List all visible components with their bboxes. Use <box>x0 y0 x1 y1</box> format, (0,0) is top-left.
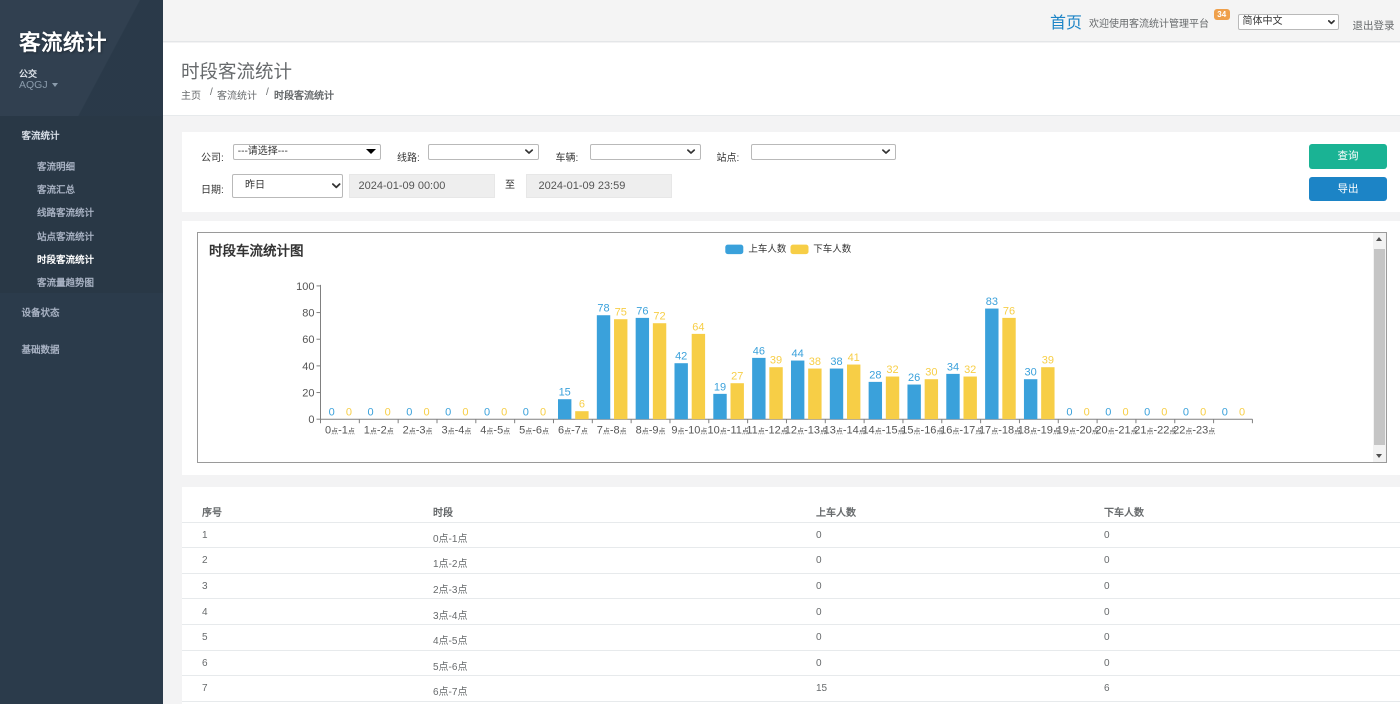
svg-text:76: 76 <box>1003 305 1015 317</box>
svg-text:14点-15点: 14点-15点 <box>862 425 904 437</box>
svg-text:6点-7点: 6点-7点 <box>558 425 588 437</box>
svg-text:38: 38 <box>809 356 821 368</box>
svg-text:0: 0 <box>346 407 352 419</box>
svg-text:30: 30 <box>925 367 937 379</box>
svg-text:21点-22点: 21点-22点 <box>1134 425 1176 437</box>
svg-text:0: 0 <box>424 407 430 419</box>
svg-text:0: 0 <box>367 407 373 419</box>
svg-text:30: 30 <box>1025 367 1037 379</box>
svg-text:22点-23点: 22点-23点 <box>1173 425 1215 437</box>
svg-text:40: 40 <box>302 361 314 373</box>
svg-text:28: 28 <box>869 369 881 381</box>
svg-text:19: 19 <box>714 381 726 393</box>
svg-text:0: 0 <box>1161 407 1167 419</box>
svg-text:32: 32 <box>886 364 898 376</box>
svg-text:0: 0 <box>385 407 391 419</box>
svg-text:0点-1点: 0点-1点 <box>325 425 355 437</box>
svg-text:10点-11点: 10点-11点 <box>708 425 749 437</box>
svg-text:0: 0 <box>1084 407 1090 419</box>
svg-text:0: 0 <box>484 407 490 419</box>
svg-text:80: 80 <box>302 308 314 320</box>
svg-text:38: 38 <box>830 356 842 368</box>
svg-text:2点-3点: 2点-3点 <box>403 425 433 437</box>
svg-text:16点-17点: 16点-17点 <box>940 425 982 437</box>
svg-text:19点-20点: 19点-20点 <box>1057 425 1099 437</box>
svg-text:11点-12点: 11点-12点 <box>746 425 787 437</box>
svg-text:20点-21点: 20点-21点 <box>1095 425 1137 437</box>
svg-text:18点-19点: 18点-19点 <box>1018 425 1060 437</box>
svg-text:0: 0 <box>1066 407 1072 419</box>
svg-text:42: 42 <box>675 351 687 363</box>
svg-text:3点-4点: 3点-4点 <box>441 425 471 437</box>
svg-text:7点-8点: 7点-8点 <box>597 425 627 437</box>
svg-text:0: 0 <box>1144 407 1150 419</box>
svg-text:9点-10点: 9点-10点 <box>671 425 707 437</box>
svg-text:75: 75 <box>615 307 627 319</box>
svg-text:100: 100 <box>296 281 314 293</box>
svg-text:0: 0 <box>501 407 507 419</box>
svg-text:44: 44 <box>792 348 804 360</box>
svg-text:0: 0 <box>1200 407 1206 419</box>
svg-text:上车人数: 上车人数 <box>748 243 787 255</box>
svg-text:6: 6 <box>579 399 585 411</box>
svg-text:0: 0 <box>406 407 412 419</box>
svg-text:下车人数: 下车人数 <box>813 243 852 255</box>
svg-text:76: 76 <box>636 305 648 317</box>
svg-text:8点-9点: 8点-9点 <box>636 425 666 437</box>
svg-text:39: 39 <box>1042 355 1054 367</box>
svg-text:41: 41 <box>848 352 860 364</box>
svg-text:0: 0 <box>540 407 546 419</box>
svg-text:64: 64 <box>692 321 704 333</box>
svg-text:27: 27 <box>731 371 743 383</box>
svg-text:26: 26 <box>908 372 920 384</box>
svg-text:60: 60 <box>302 334 314 346</box>
svg-text:15点-16点: 15点-16点 <box>901 425 943 437</box>
svg-text:0: 0 <box>329 407 335 419</box>
svg-text:0: 0 <box>462 407 468 419</box>
svg-text:0: 0 <box>308 414 314 426</box>
svg-text:13点-14点: 13点-14点 <box>824 425 866 437</box>
svg-text:0: 0 <box>445 407 451 419</box>
svg-text:20: 20 <box>302 388 314 400</box>
svg-text:72: 72 <box>653 311 665 323</box>
svg-text:5点-6点: 5点-6点 <box>519 425 549 437</box>
svg-text:12点-13点: 12点-13点 <box>785 425 827 437</box>
svg-text:4点-5点: 4点-5点 <box>480 425 510 437</box>
svg-text:15: 15 <box>559 387 571 399</box>
svg-text:时段车流统计图: 时段车流统计图 <box>209 243 304 259</box>
svg-text:0: 0 <box>1105 407 1111 419</box>
svg-text:0: 0 <box>1239 407 1245 419</box>
svg-text:83: 83 <box>986 296 998 308</box>
svg-text:1点-2点: 1点-2点 <box>364 425 394 437</box>
svg-text:17点-18点: 17点-18点 <box>979 425 1021 437</box>
svg-text:0: 0 <box>523 407 529 419</box>
svg-text:0: 0 <box>1122 407 1128 419</box>
svg-text:34: 34 <box>947 361 959 373</box>
svg-text:39: 39 <box>770 355 782 367</box>
svg-text:46: 46 <box>753 345 765 357</box>
svg-text:0: 0 <box>1222 407 1228 419</box>
svg-text:0: 0 <box>1183 407 1189 419</box>
svg-text:78: 78 <box>597 303 609 315</box>
svg-text:32: 32 <box>964 364 976 376</box>
